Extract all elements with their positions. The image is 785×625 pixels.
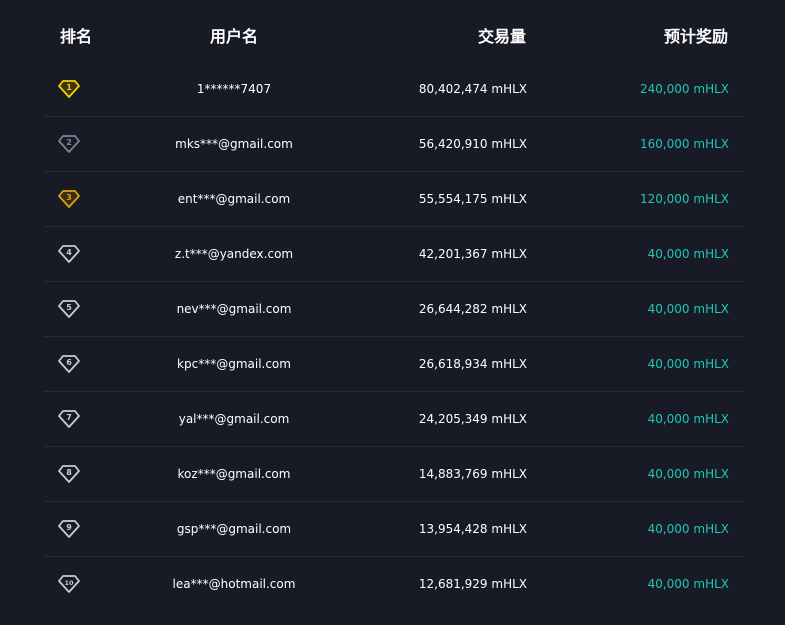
diamond-badge-icon: 9 <box>58 519 80 539</box>
username-cell: koz***@gmail.com <box>177 467 291 481</box>
reward-cell: 40,000 mHLX <box>647 302 729 316</box>
table-row: 2 mks***@gmail.com 56,420,910 mHLX 160,000 … <box>44 117 744 172</box>
svg-text:6: 6 <box>66 358 72 367</box>
table-row: 3 ent***@gmail.com 55,554,175 mHLX 120,000 … <box>44 172 744 227</box>
username-cell: yal***@gmail.com <box>178 412 290 426</box>
leaderboard-rows: 1 1******7407 80,402,474 mHLX 240,000 mHLX 2… <box>44 62 744 611</box>
username-cell: nev***@gmail.com <box>176 302 292 316</box>
volume-cell: 42,201,367 mHLX <box>418 247 527 261</box>
svg-text:9: 9 <box>66 523 72 532</box>
reward-cell: 120,000 mHLX <box>639 192 729 206</box>
header-username: 用户名 <box>209 27 259 46</box>
diamond-badge-icon: 4 <box>58 244 80 264</box>
username-cell: kpc***@gmail.com <box>177 357 291 371</box>
reward-cell: 40,000 mHLX <box>647 357 729 371</box>
svg-text:10: 10 <box>64 579 74 587</box>
header-volume: 交易量 <box>477 27 526 46</box>
reward-cell: 40,000 mHLX <box>647 412 729 426</box>
svg-text:1: 1 <box>66 83 72 92</box>
table-row: 7 yal***@gmail.com 24,205,349 mHLX 40,000 m… <box>44 392 744 447</box>
table-row: 6 kpc***@gmail.com 26,618,934 mHLX 40,000 m… <box>44 337 744 392</box>
reward-cell: 40,000 mHLX <box>647 467 729 481</box>
diamond-badge-icon: 6 <box>58 354 80 374</box>
svg-text:3: 3 <box>66 193 72 202</box>
volume-cell: 24,205,349 mHLX <box>418 412 527 426</box>
username-cell: lea***@hotmail.com <box>172 577 296 591</box>
svg-text:8: 8 <box>66 468 72 477</box>
volume-cell: 12,681,929 mHLX <box>418 577 527 591</box>
table-header: 排名 用户名 交易量 预计奖励 <box>0 0 785 62</box>
gold-diamond-badge-icon: 1 <box>58 79 80 99</box>
svg-text:4: 4 <box>66 248 72 257</box>
table-row: 5 nev***@gmail.com 26,644,282 mHLX 40,000 m… <box>44 282 744 337</box>
table-row: 8 koz***@gmail.com 14,883,769 mHLX 40,000 m… <box>44 447 744 502</box>
bronze-diamond-badge-icon: 3 <box>58 189 80 209</box>
volume-cell: 13,954,428 mHLX <box>418 522 527 536</box>
username-cell: z.t***@yandex.com <box>174 247 294 261</box>
reward-cell: 40,000 mHLX <box>647 522 729 536</box>
svg-text:5: 5 <box>66 303 72 312</box>
volume-cell: 26,644,282 mHLX <box>418 302 527 316</box>
volume-cell: 55,554,175 mHLX <box>418 192 527 206</box>
volume-cell: 26,618,934 mHLX <box>418 357 527 371</box>
username-cell: mks***@gmail.com <box>175 137 293 151</box>
reward-cell: 40,000 mHLX <box>647 247 729 261</box>
diamond-badge-icon: 5 <box>58 299 80 319</box>
username-cell: ent***@gmail.com <box>177 192 291 206</box>
volume-cell: 14,883,769 mHLX <box>418 467 527 481</box>
diamond-badge-icon: 10 <box>58 574 80 594</box>
username-cell: 1******7407 <box>196 82 272 96</box>
svg-text:7: 7 <box>66 413 72 422</box>
table-row: 4 z.t***@yandex.com 42,201,367 mHLX 40,000 … <box>44 227 744 282</box>
leaderboard: 排名 用户名 交易量 预计奖励 1 1******7407 80,402,474 m… <box>0 0 785 625</box>
reward-cell: 240,000 mHLX <box>639 82 729 96</box>
diamond-badge-icon: 7 <box>58 409 80 429</box>
table-row: 10 lea***@hotmail.com 12,681,929 mHLX 40,00… <box>44 557 744 611</box>
svg-text:2: 2 <box>66 138 72 147</box>
username-cell: gsp***@gmail.com <box>176 522 292 536</box>
reward-cell: 160,000 mHLX <box>639 137 729 151</box>
header-reward: 预计奖励 <box>663 27 728 46</box>
diamond-badge-icon: 8 <box>58 464 80 484</box>
header-rank: 排名 <box>60 27 93 46</box>
table-row: 9 gsp***@gmail.com 13,954,428 mHLX 40,000 m… <box>44 502 744 557</box>
table-row: 1 1******7407 80,402,474 mHLX 240,000 mHLX <box>44 62 744 117</box>
silver-diamond-badge-icon: 2 <box>58 134 80 154</box>
volume-cell: 56,420,910 mHLX <box>418 137 527 151</box>
reward-cell: 40,000 mHLX <box>647 577 729 591</box>
volume-cell: 80,402,474 mHLX <box>418 82 527 96</box>
